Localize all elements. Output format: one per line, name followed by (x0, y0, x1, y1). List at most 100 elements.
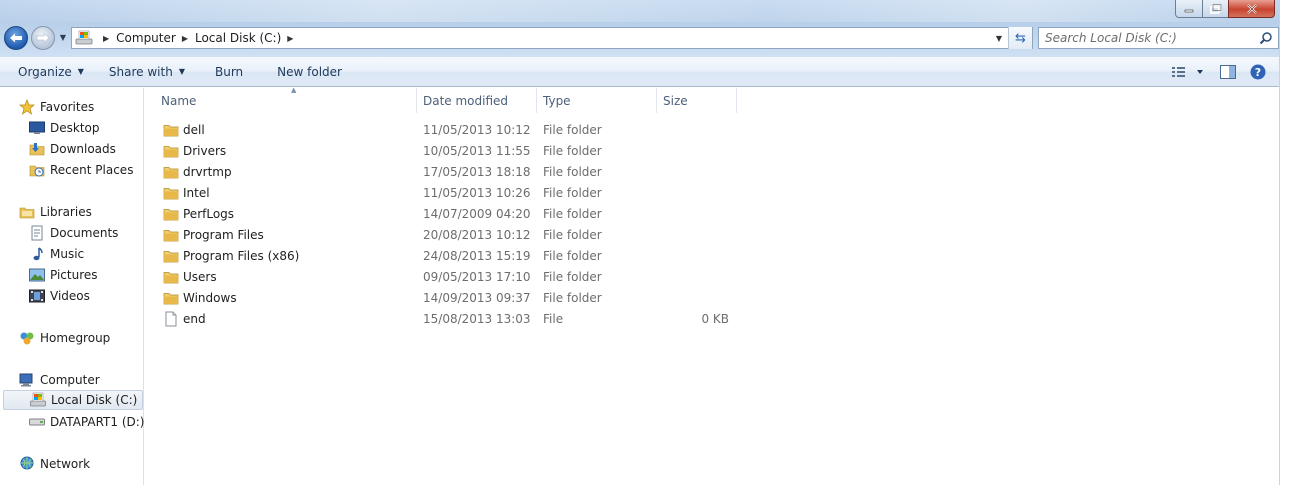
nav-music[interactable]: Music (29, 244, 84, 264)
address-history-dropdown[interactable]: ▼ (992, 28, 1006, 48)
breadcrumb-separator-icon[interactable]: ▶ (103, 34, 109, 43)
breadcrumb: ▶ Computer ▶ Local Disk (C:) ▶ (97, 31, 300, 45)
file-row[interactable]: drvrtmp 17/05/2013 18:18 File folder (145, 161, 745, 182)
title-bar: ▼ ▶ Computer ▶ Local Disk (C:) ▶ ▼ ⇆ (0, 0, 1279, 57)
folder-icon (163, 290, 179, 306)
restore-button[interactable] (1202, 0, 1229, 18)
column-label: Type (543, 93, 571, 108)
nav-label: Network (40, 457, 91, 471)
column-header-name[interactable]: Name ▲ (154, 86, 417, 113)
file-size: 0 KB (701, 311, 729, 326)
search-box (1038, 27, 1279, 49)
file-size (657, 224, 729, 245)
preview-pane-button[interactable] (1216, 60, 1240, 84)
nav-label: Homegroup (40, 331, 111, 345)
refresh-icon: ⇆ (1015, 30, 1026, 46)
file-type: File folder (543, 143, 602, 158)
nav-recent-places[interactable]: Recent Places (29, 160, 133, 180)
folder-icon (163, 122, 179, 138)
file-name-cell: Program Files (163, 224, 264, 245)
breadcrumb-local-disk[interactable]: Local Disk (C:) (195, 31, 281, 45)
drive-icon (29, 414, 45, 430)
file-row[interactable]: Users 09/05/2013 17:10 File folder (145, 266, 745, 287)
file-list: Name ▲ Date modified Type Size dell 11/05… (145, 86, 1279, 485)
file-name: Program Files (x86) (183, 248, 300, 263)
nav-documents[interactable]: Documents (29, 223, 118, 243)
organize-button[interactable]: Organize ▼ (10, 60, 92, 84)
recent-places-icon (29, 162, 45, 178)
file-size (657, 182, 729, 203)
share-with-button[interactable]: Share with ▼ (101, 60, 193, 84)
help-button[interactable]: ? (1246, 60, 1270, 84)
nav-homegroup[interactable]: Homegroup (19, 328, 110, 348)
file-size (657, 287, 729, 308)
forward-button[interactable] (31, 26, 55, 50)
file-row[interactable]: Program Files (x86) 24/08/2013 15:19 File … (145, 245, 745, 266)
search-input[interactable] (1045, 31, 1255, 45)
navigation-pane: Favorites Desktop Downloads Recent Place… (0, 88, 144, 485)
file-row[interactable]: Drivers 10/05/2013 11:55 File folder (145, 140, 745, 161)
back-button[interactable] (4, 26, 28, 50)
nav-network[interactable]: Network (19, 454, 90, 474)
file-size (657, 140, 729, 161)
refresh-button[interactable]: ⇆ (1008, 27, 1032, 49)
nav-local-disk-c[interactable]: Local Disk (C:) (3, 390, 143, 410)
file-type: File folder (543, 122, 602, 137)
column-header-date-modified[interactable]: Date modified (416, 88, 537, 113)
nav-favorites[interactable]: Favorites (19, 97, 94, 117)
file-date: 10/05/2013 11:55 (423, 143, 531, 158)
recent-pages-dropdown[interactable]: ▼ (58, 32, 68, 42)
file-row[interactable]: end 15/08/2013 13:03 File 0 KB (145, 308, 745, 329)
file-name: PerfLogs (183, 206, 235, 221)
back-arrow-icon (10, 33, 22, 43)
file-row[interactable]: Intel 11/05/2013 10:26 File folder (145, 182, 745, 203)
nav-desktop[interactable]: Desktop (29, 118, 100, 138)
nav-label: Desktop (50, 121, 100, 135)
nav-pictures[interactable]: Pictures (29, 265, 98, 285)
file-name-cell: dell (163, 119, 205, 140)
burn-button[interactable]: Burn (207, 60, 251, 84)
file-name: Intel (183, 185, 210, 200)
nav-videos[interactable]: Videos (29, 286, 90, 306)
file-row[interactable]: dell 11/05/2013 10:12 File folder (145, 119, 745, 140)
file-name-cell: Users (163, 266, 217, 287)
breadcrumb-separator-icon[interactable]: ▶ (182, 34, 188, 43)
svg-text:?: ? (1255, 66, 1261, 79)
file-row[interactable]: Program Files 20/08/2013 10:12 File folder (145, 224, 745, 245)
nav-label: Videos (50, 289, 90, 303)
breadcrumb-computer[interactable]: Computer (116, 31, 176, 45)
star-icon (19, 99, 35, 115)
nav-label: Documents (50, 226, 119, 240)
file-date: 20/08/2013 10:12 (423, 227, 531, 242)
folder-icon (163, 164, 179, 180)
file-date: 11/05/2013 10:26 (423, 185, 531, 200)
change-view-button[interactable] (1168, 60, 1208, 84)
new-folder-button[interactable]: New folder (269, 60, 350, 84)
network-icon (19, 456, 35, 472)
close-button[interactable] (1228, 0, 1275, 18)
restore-icon (1209, 3, 1222, 14)
column-label: Size (663, 93, 688, 108)
nav-downloads[interactable]: Downloads (29, 139, 116, 159)
documents-icon (29, 225, 45, 241)
file-name: end (183, 311, 206, 326)
nav-label: Libraries (40, 205, 92, 219)
file-date: 11/05/2013 10:12 (423, 122, 531, 137)
breadcrumb-separator-icon[interactable]: ▶ (287, 34, 293, 43)
command-bar: Organize ▼ Share with ▼ Burn New folder (0, 57, 1279, 87)
file-name-cell: Program Files (x86) (163, 245, 299, 266)
address-bar[interactable]: ▶ Computer ▶ Local Disk (C:) ▶ ▼ ⇆ (71, 27, 1033, 49)
sort-ascending-icon: ▲ (291, 86, 297, 94)
file-name-cell: drvrtmp (163, 161, 232, 182)
nav-libraries[interactable]: Libraries (19, 202, 92, 222)
column-label: Name (161, 93, 197, 108)
file-row[interactable]: Windows 14/09/2013 09:37 File folder (145, 287, 745, 308)
nav-datapart1-d[interactable]: DATAPART1 (D:) (29, 412, 144, 432)
column-header-type[interactable]: Type (536, 88, 657, 113)
nav-computer[interactable]: Computer (19, 370, 100, 390)
search-icon[interactable] (1259, 31, 1273, 45)
videos-icon (29, 288, 45, 304)
file-row[interactable]: PerfLogs 14/07/2009 04:20 File folder (145, 203, 745, 224)
minimize-button[interactable] (1175, 0, 1203, 18)
column-header-size[interactable]: Size (656, 88, 737, 113)
